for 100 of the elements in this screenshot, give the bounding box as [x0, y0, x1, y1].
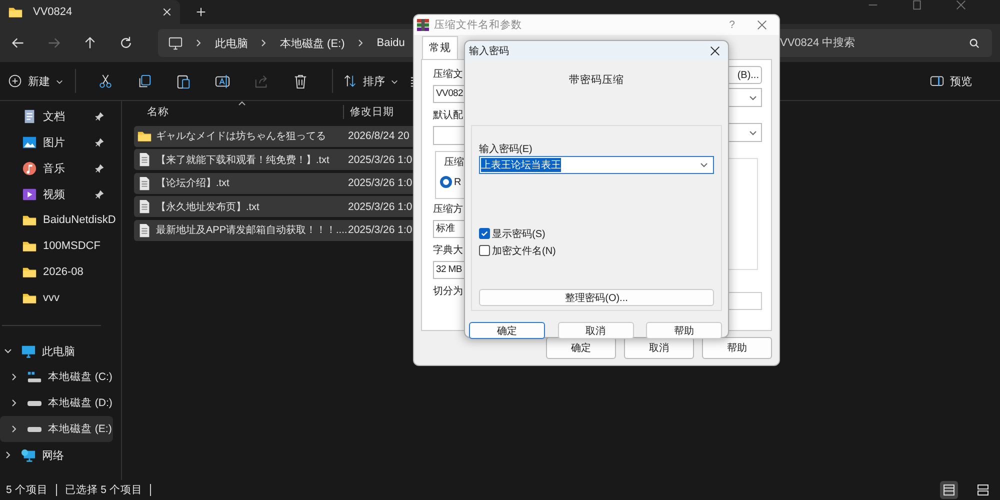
checkbox[interactable] — [479, 245, 490, 256]
sidebar-item[interactable]: 100MSDCF — [0, 233, 113, 259]
password-field[interactable]: 上表王论坛当表王 — [479, 156, 714, 174]
dialog-heading: 带密码压缩 — [568, 73, 625, 87]
modified-date: 2026/8/24 20 — [347, 130, 410, 142]
checkbox-label: 显示密码(S) — [492, 228, 546, 240]
field-label: 切分为 — [433, 285, 463, 299]
drive-icon — [27, 426, 42, 432]
details-view-icon[interactable] — [940, 481, 958, 499]
tree-item[interactable]: 本地磁盘 (D:) — [0, 390, 113, 416]
field-label: 字典大 — [433, 244, 463, 258]
sidebar-item[interactable]: 音乐 — [0, 155, 113, 181]
tree-item[interactable]: 本地磁盘 (E:) — [0, 416, 113, 442]
cut-icon[interactable] — [98, 74, 113, 88]
chevron-right-icon[interactable] — [4, 451, 12, 459]
field-label: 压缩文 — [433, 68, 463, 82]
dialog-button[interactable]: 确定 — [546, 337, 616, 359]
organize-passwords-button[interactable]: 整理密码(O)... — [479, 289, 714, 306]
text-file-icon — [137, 199, 152, 214]
dialog-button[interactable]: 帮助 — [646, 322, 722, 339]
delete-icon[interactable] — [293, 74, 308, 88]
breadcrumb[interactable]: 本地磁盘 (E:) — [280, 36, 345, 50]
file-name: 【永久地址发布页】.txt — [156, 200, 260, 214]
video-icon — [22, 186, 37, 202]
chevron-down-icon[interactable] — [4, 347, 12, 355]
modified-date: 2025/3/26 1:0 — [347, 177, 412, 189]
chevron-right-icon — [356, 39, 365, 47]
sidebar-item[interactable]: vvv — [0, 285, 113, 311]
sidebar-item[interactable]: 视频 — [0, 181, 113, 207]
item-count: 5 个项目 — [6, 483, 48, 497]
up-icon[interactable] — [83, 36, 97, 50]
field-label: 压缩方 — [433, 203, 463, 217]
sidebar-item[interactable]: 文档 — [0, 103, 113, 129]
file-name: 【来了就能下载和观看！纯免费！】.txt — [156, 154, 330, 166]
sidebar-item[interactable]: 图片 — [0, 129, 113, 155]
password-label: 输入密码(E) — [479, 142, 534, 155]
group-label: 压缩 — [444, 156, 464, 170]
drive-icon — [27, 370, 42, 384]
text-file-icon — [137, 152, 152, 167]
maximize-icon[interactable] — [912, 0, 922, 10]
forward-icon[interactable] — [47, 36, 61, 50]
new-button[interactable]: 新建 — [8, 68, 63, 94]
column-header[interactable]: 名称 — [134, 105, 344, 119]
chevron-right-icon[interactable] — [10, 425, 18, 433]
checkbox-label: 加密文件名(N) — [492, 244, 556, 258]
window-tab[interactable]: VV0824 — [0, 0, 180, 24]
selection-count: 已选择 5 个项目 — [64, 483, 142, 497]
sort-caret-icon — [238, 101, 246, 106]
sidebar-item[interactable]: 2026-08 — [0, 259, 113, 285]
dialog-title: 输入密码 — [469, 44, 509, 58]
tree-item[interactable]: 本地磁盘 (C:) — [0, 364, 113, 390]
picture-icon — [22, 134, 37, 150]
sort-button[interactable]: 排序 — [343, 68, 398, 94]
monitor-icon — [168, 36, 183, 50]
music-icon — [22, 160, 37, 176]
chevron-right-icon — [195, 39, 203, 47]
breadcrumb[interactable]: 此电脑 — [215, 36, 248, 50]
pane-icon — [930, 74, 944, 88]
caret-icon — [391, 78, 398, 84]
radio-button[interactable] — [440, 176, 452, 188]
preview-button[interactable]: 预览 — [930, 68, 972, 94]
file-name: ギャルなメイドは坊ちゃんを狙ってる — [156, 130, 326, 143]
sort-icon — [343, 74, 357, 88]
chevron-down-icon — [700, 161, 708, 169]
text-file-icon — [137, 222, 152, 238]
chevron-down-icon — [749, 94, 757, 102]
copy-icon[interactable] — [137, 74, 152, 88]
plus-circle-icon — [8, 74, 22, 88]
dialog-button[interactable]: 取消 — [624, 337, 694, 359]
tree-item[interactable]: 网络 — [0, 442, 113, 468]
network-icon — [21, 448, 36, 462]
back-icon[interactable] — [11, 36, 25, 50]
search-icon — [969, 38, 980, 48]
dialog-button[interactable]: 取消 — [558, 322, 634, 339]
file-name: 最新地址及APP请发邮箱自动获取！！！.... — [156, 224, 348, 237]
text-file-icon — [137, 176, 152, 190]
paste-icon[interactable] — [176, 74, 191, 88]
refresh-icon[interactable] — [119, 36, 133, 50]
document-icon — [22, 108, 37, 124]
dialog-tab[interactable]: 常规 — [422, 36, 458, 59]
dialog-button[interactable]: 确定 — [469, 322, 545, 339]
chevron-right-icon[interactable] — [10, 373, 18, 381]
breadcrumb[interactable]: Baidu — [376, 37, 405, 49]
field-label: 默认配 — [433, 109, 463, 123]
dialog-button[interactable]: 帮助 — [702, 337, 772, 359]
archive-icon — [417, 19, 429, 31]
column-header[interactable]: 修改日期 — [344, 105, 394, 119]
dialog-title: 压缩文件名和参数 — [434, 18, 522, 32]
checkbox[interactable] — [479, 228, 490, 239]
chevron-right-icon[interactable] — [10, 399, 18, 407]
file-name: 【论坛介绍】.txt — [156, 176, 230, 190]
close-icon[interactable] — [710, 46, 720, 56]
chevron-right-icon — [260, 39, 268, 47]
tree-item[interactable]: 此电脑 — [0, 338, 113, 364]
new-tab-icon[interactable] — [196, 7, 206, 17]
rename-icon[interactable] — [215, 74, 230, 88]
drive-icon — [27, 400, 42, 406]
sidebar-item[interactable]: BaiduNetdiskD — [0, 207, 113, 233]
monitor-icon — [21, 344, 36, 358]
modified-date: 2025/3/26 1:0 — [347, 200, 412, 212]
